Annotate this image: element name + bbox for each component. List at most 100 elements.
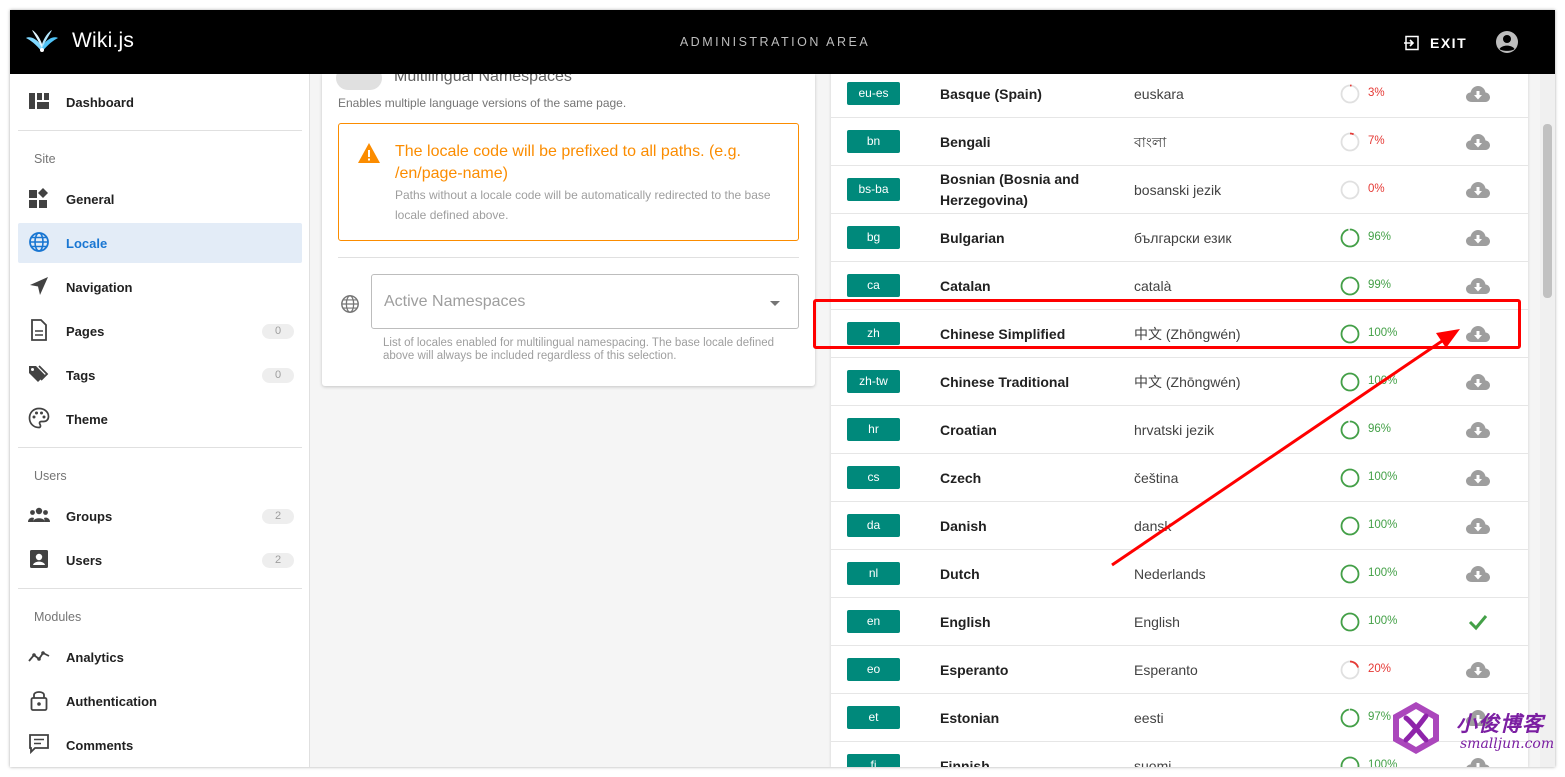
sidebar-item-users[interactable]: Users 2 [18, 540, 302, 580]
dashboard-icon [29, 93, 49, 109]
sidebar-item-label: Dashboard [66, 94, 134, 110]
sidebar-item-comments[interactable]: Comments [18, 725, 302, 765]
widgets-icon [29, 188, 48, 208]
progress-circle [1340, 84, 1360, 104]
check-icon[interactable] [1465, 612, 1491, 632]
exit-icon [1404, 35, 1419, 51]
locale-row-da: da Danish dansk 100% [831, 502, 1528, 550]
progress-circle [1340, 324, 1360, 344]
sidebar-item-dashboard[interactable]: Dashboard [18, 82, 302, 122]
cloud-download-icon[interactable] [1465, 516, 1491, 536]
progress-percent: 100% [1368, 567, 1398, 579]
cloud-download-icon[interactable] [1465, 180, 1491, 200]
locale-native-name: bosanski jezik [1134, 181, 1222, 198]
locale-native-name: català [1134, 277, 1172, 294]
lock-icon [30, 691, 48, 711]
locale-native-name: Nederlands [1134, 565, 1206, 582]
progress-circle [1340, 564, 1360, 584]
cloud-download-icon[interactable] [1465, 324, 1491, 344]
progress-percent: 100% [1368, 375, 1398, 387]
cloud-download-icon[interactable] [1465, 132, 1491, 152]
cloud-download-icon[interactable] [1465, 372, 1491, 392]
cloud-download-icon[interactable] [1465, 468, 1491, 488]
progress-circle [1340, 132, 1360, 152]
locale-code-chip: fi [847, 754, 900, 767]
locale-native-name: euskara [1134, 85, 1184, 102]
page-title: ADMINISTRATION AREA [679, 35, 871, 49]
sidebar-item-groups[interactable]: Groups 2 [18, 496, 302, 536]
locale-native-name: čeština [1134, 469, 1179, 486]
locale-native-name: English [1134, 613, 1180, 630]
sidebar-item-theme[interactable]: Theme [18, 399, 302, 439]
sidebar-item-label: Users [66, 552, 103, 568]
sidebar-item-label: Analytics [66, 649, 124, 665]
sidebar-item-general[interactable]: General [18, 179, 302, 219]
sidebar-item-pages[interactable]: Pages 0 [18, 311, 302, 351]
progress-percent: 20% [1368, 663, 1392, 675]
progress-percent: 96% [1368, 423, 1392, 435]
sidebar-item-analytics[interactable]: Analytics [18, 637, 302, 677]
sidebar-item-tags[interactable]: Tags 0 [18, 355, 302, 395]
account-icon[interactable] [1494, 29, 1520, 55]
locale-native-name: 中文 (Zhōngwén) [1134, 373, 1241, 390]
progress-percent: 100% [1368, 471, 1398, 483]
locale-row-zh-tw: zh-tw Chinese Traditional 中文 (Zhōngwén) 100… [831, 358, 1528, 406]
locales-table: eu-es Basque (Spain) euskara 3% bn Bengali বাং… [831, 70, 1528, 767]
progress-percent: 99% [1368, 279, 1392, 291]
locale-name: English [940, 613, 991, 630]
locale-name: Croatian [940, 421, 997, 438]
namespaces-card: Multilingual Namespaces Enables multiple… [322, 66, 815, 386]
cloud-download-icon[interactable] [1465, 84, 1491, 104]
locale-name: Basque (Spain) [940, 85, 1042, 102]
locale-row-ca: ca Catalan català 99% [831, 262, 1528, 310]
locale-code-chip: eo [847, 658, 900, 681]
locale-row-nl: nl Dutch Nederlands 100% [831, 550, 1528, 598]
locale-row-cs: cs Czech čeština 100% [831, 454, 1528, 502]
locale-code-chip: ca [847, 274, 900, 297]
page-icon [31, 319, 47, 341]
section-heading-site: Site [34, 152, 56, 166]
switch-hint: Enables multiple language versions of th… [338, 96, 627, 110]
active-namespaces-select[interactable]: Active Namespaces [371, 274, 799, 329]
divider [338, 257, 799, 258]
progress-percent: 100% [1368, 519, 1398, 531]
select-hint: List of locales enabled for multilingual… [383, 337, 775, 362]
locale-row-zh: zh Chinese Simplified 中文 (Zhōngwén) 100% [831, 310, 1528, 358]
progress-percent: 100% [1368, 615, 1398, 627]
locale-code-chip: bn [847, 130, 900, 153]
cloud-download-icon[interactable] [1465, 660, 1491, 680]
chevron-down-icon [770, 301, 780, 306]
sidebar-item-locale[interactable]: Locale [18, 223, 302, 263]
locale-name: Czech [940, 469, 982, 486]
locale-native-name: eesti [1134, 709, 1164, 726]
locale-native-name: dansk [1134, 517, 1172, 534]
locale-code-chip: bs-ba [847, 178, 900, 201]
locale-native-name: 中文 (Zhōngwén) [1134, 325, 1241, 342]
locale-code-chip: nl [847, 562, 900, 585]
locale-row-bn: bn Bengali বাংলা 7% [831, 118, 1528, 166]
progress-percent: 100% [1368, 759, 1398, 767]
locale-name: Bengali [940, 133, 991, 150]
exit-label: EXIT [1430, 35, 1468, 51]
globe-icon [341, 295, 359, 313]
progress-circle [1340, 516, 1360, 536]
progress-circle [1340, 420, 1360, 440]
progress-percent: 3% [1368, 87, 1385, 99]
cloud-download-icon[interactable] [1465, 564, 1491, 584]
app-header: Wiki.js ADMINISTRATION AREA EXIT [10, 10, 1555, 74]
sidebar-item-authentication[interactable]: Authentication [18, 681, 302, 721]
locale-row-eu-es: eu-es Basque (Spain) euskara 3% [831, 70, 1528, 118]
cloud-download-icon[interactable] [1465, 276, 1491, 296]
scrollbar-thumb[interactable] [1543, 124, 1552, 298]
cloud-download-icon[interactable] [1465, 228, 1491, 248]
locale-native-name: Esperanto [1134, 661, 1198, 678]
locale-name: Catalan [940, 277, 991, 294]
locale-row-en: en English English 100% [831, 598, 1528, 646]
watermark: 小俊博客 smalljun.com [1388, 698, 1554, 758]
cloud-download-icon[interactable] [1465, 420, 1491, 440]
locale-name: Chinese Traditional [940, 373, 1070, 390]
count-badge: 0 [262, 324, 294, 339]
locale-code-chip: da [847, 514, 900, 537]
exit-button[interactable]: EXIT [1404, 32, 1467, 54]
sidebar-item-navigation[interactable]: Navigation [18, 267, 302, 307]
